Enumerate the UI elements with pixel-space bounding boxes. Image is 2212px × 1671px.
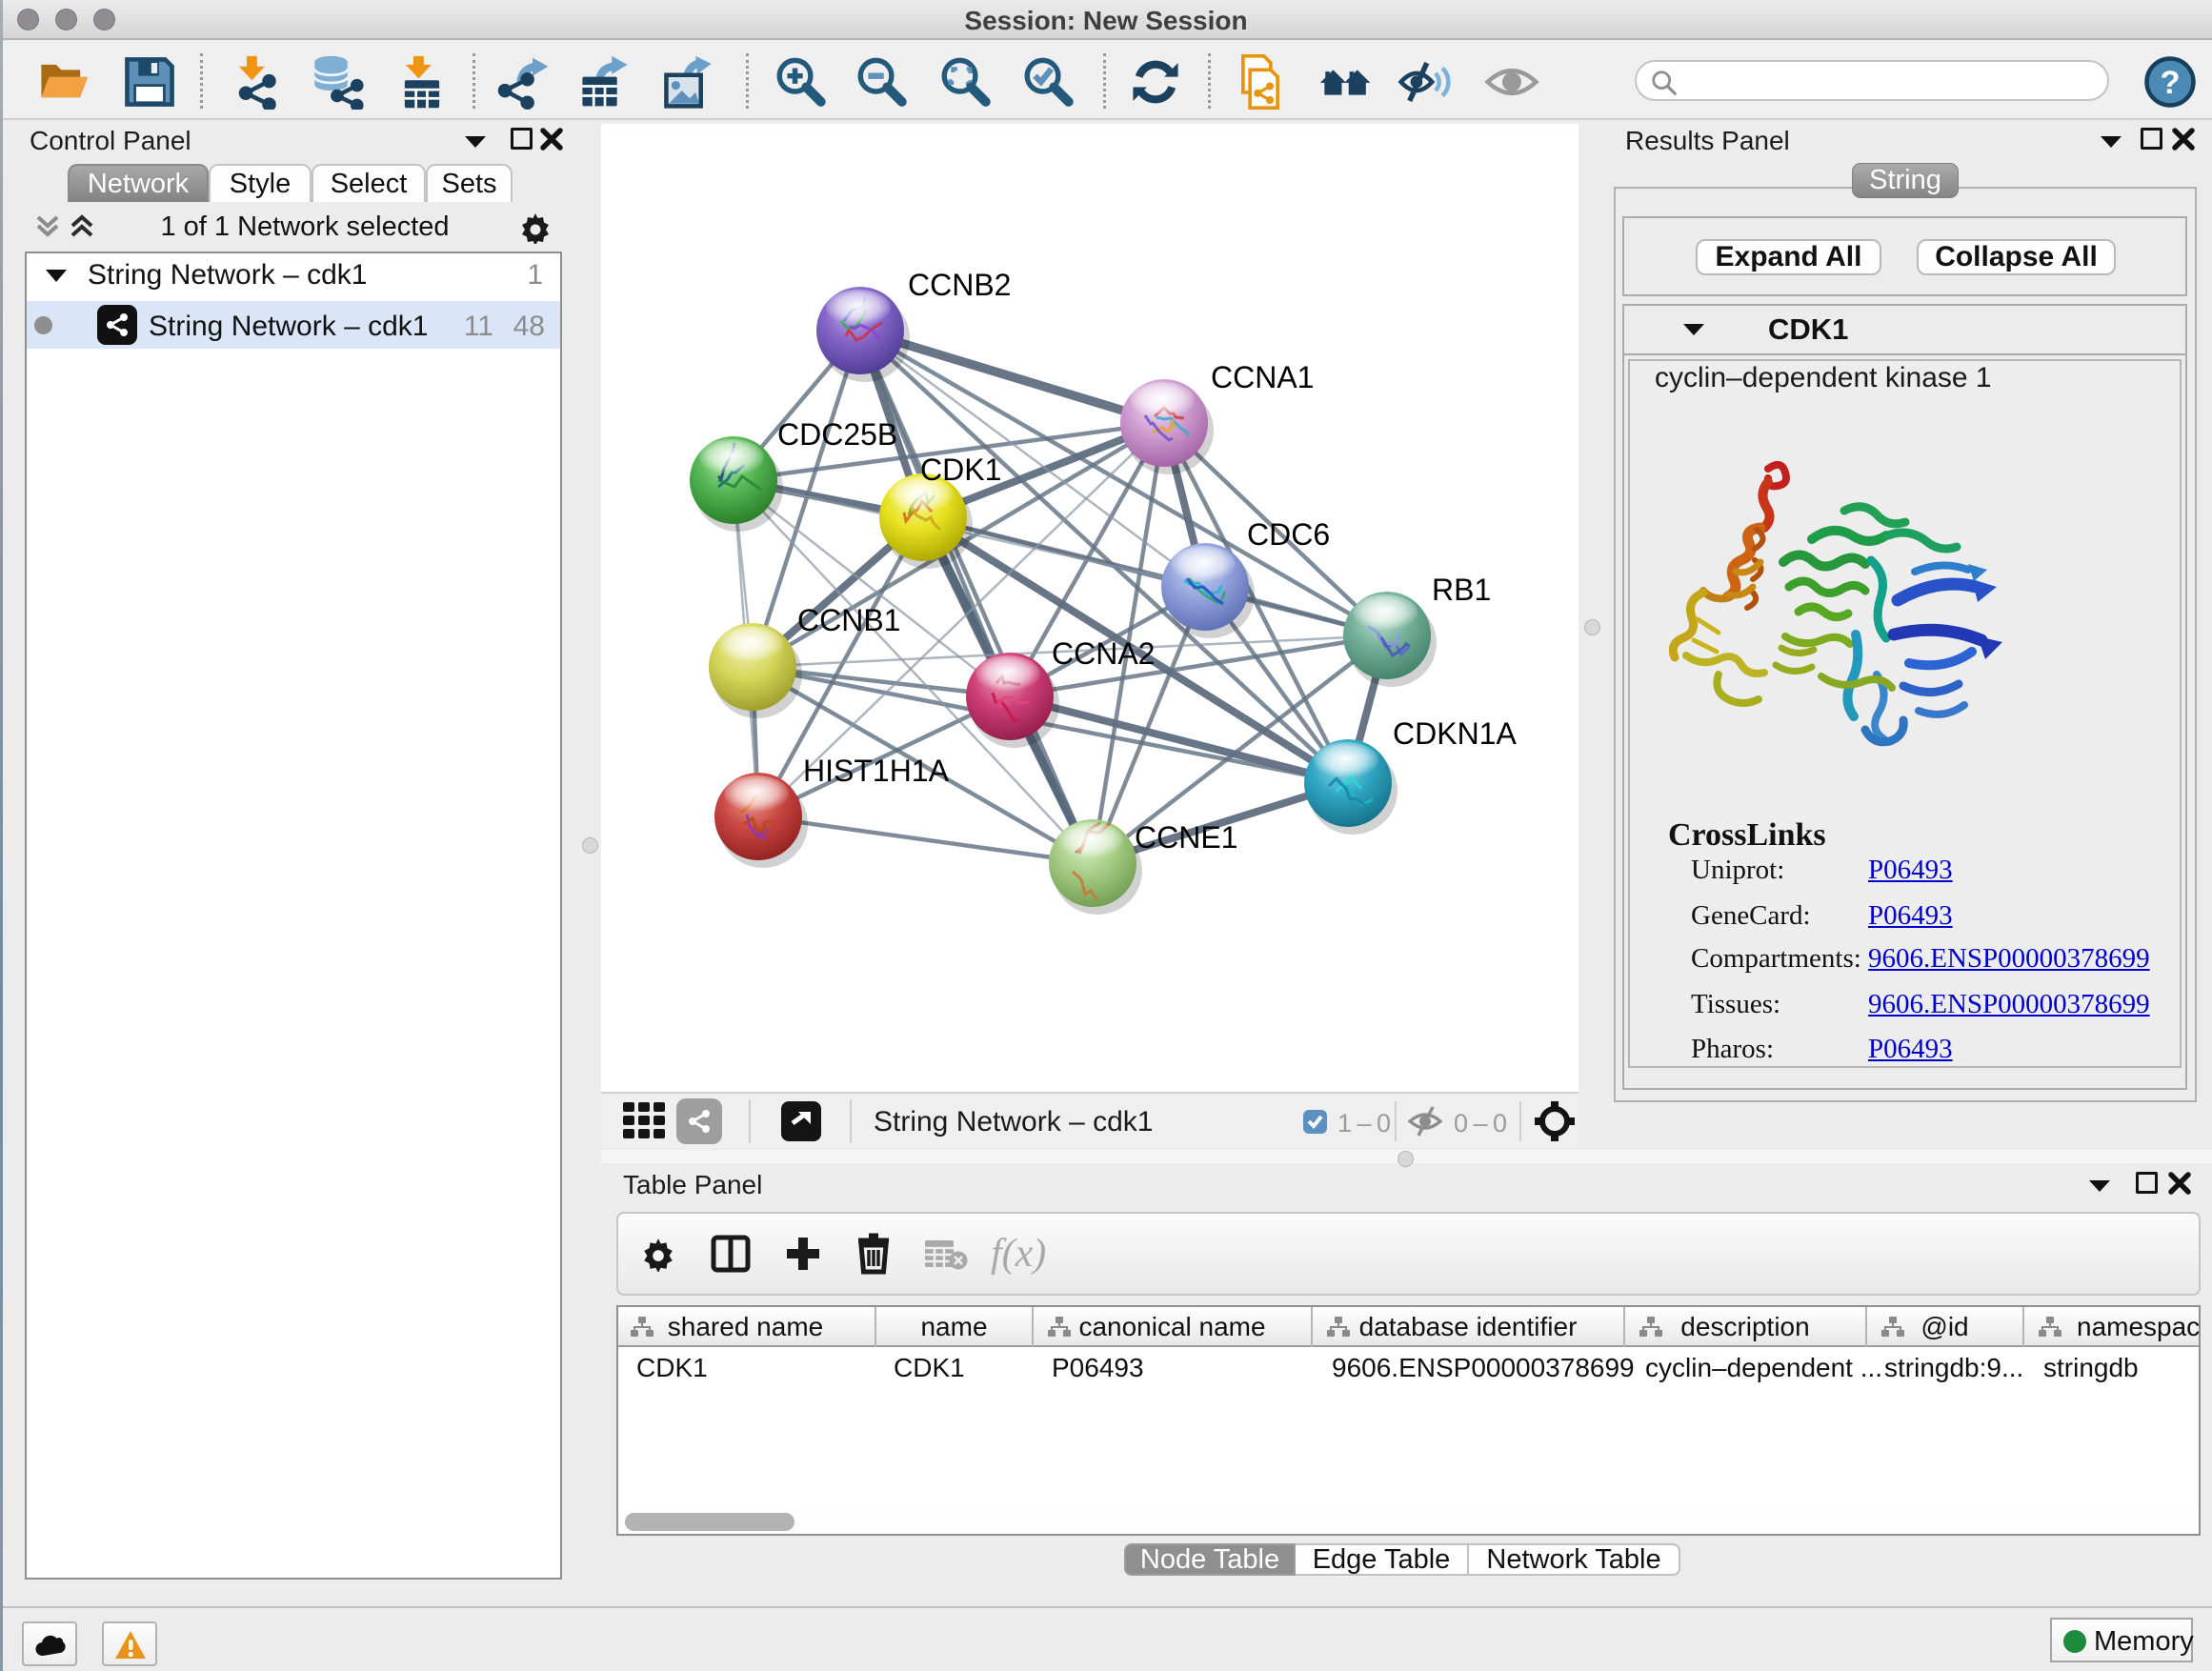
svg-text:HIST1H1A: HIST1H1A [803,754,950,788]
svg-text:CCNA1: CCNA1 [1211,360,1314,394]
svg-text:CCNE1: CCNE1 [1135,820,1237,855]
svg-text:CDC6: CDC6 [1247,517,1330,552]
svg-text:?: ? [2160,65,2180,101]
svg-text:CCNB1: CCNB1 [797,603,900,637]
svg-text:RB1: RB1 [1432,573,1491,607]
svg-text:CDC25B: CDC25B [777,417,897,452]
svg-text:CCNA2: CCNA2 [1052,636,1155,671]
svg-text:CDK1: CDK1 [920,453,1001,487]
svg-text:CDKN1A: CDKN1A [1393,716,1517,751]
svg-text:CCNB2: CCNB2 [908,268,1011,302]
